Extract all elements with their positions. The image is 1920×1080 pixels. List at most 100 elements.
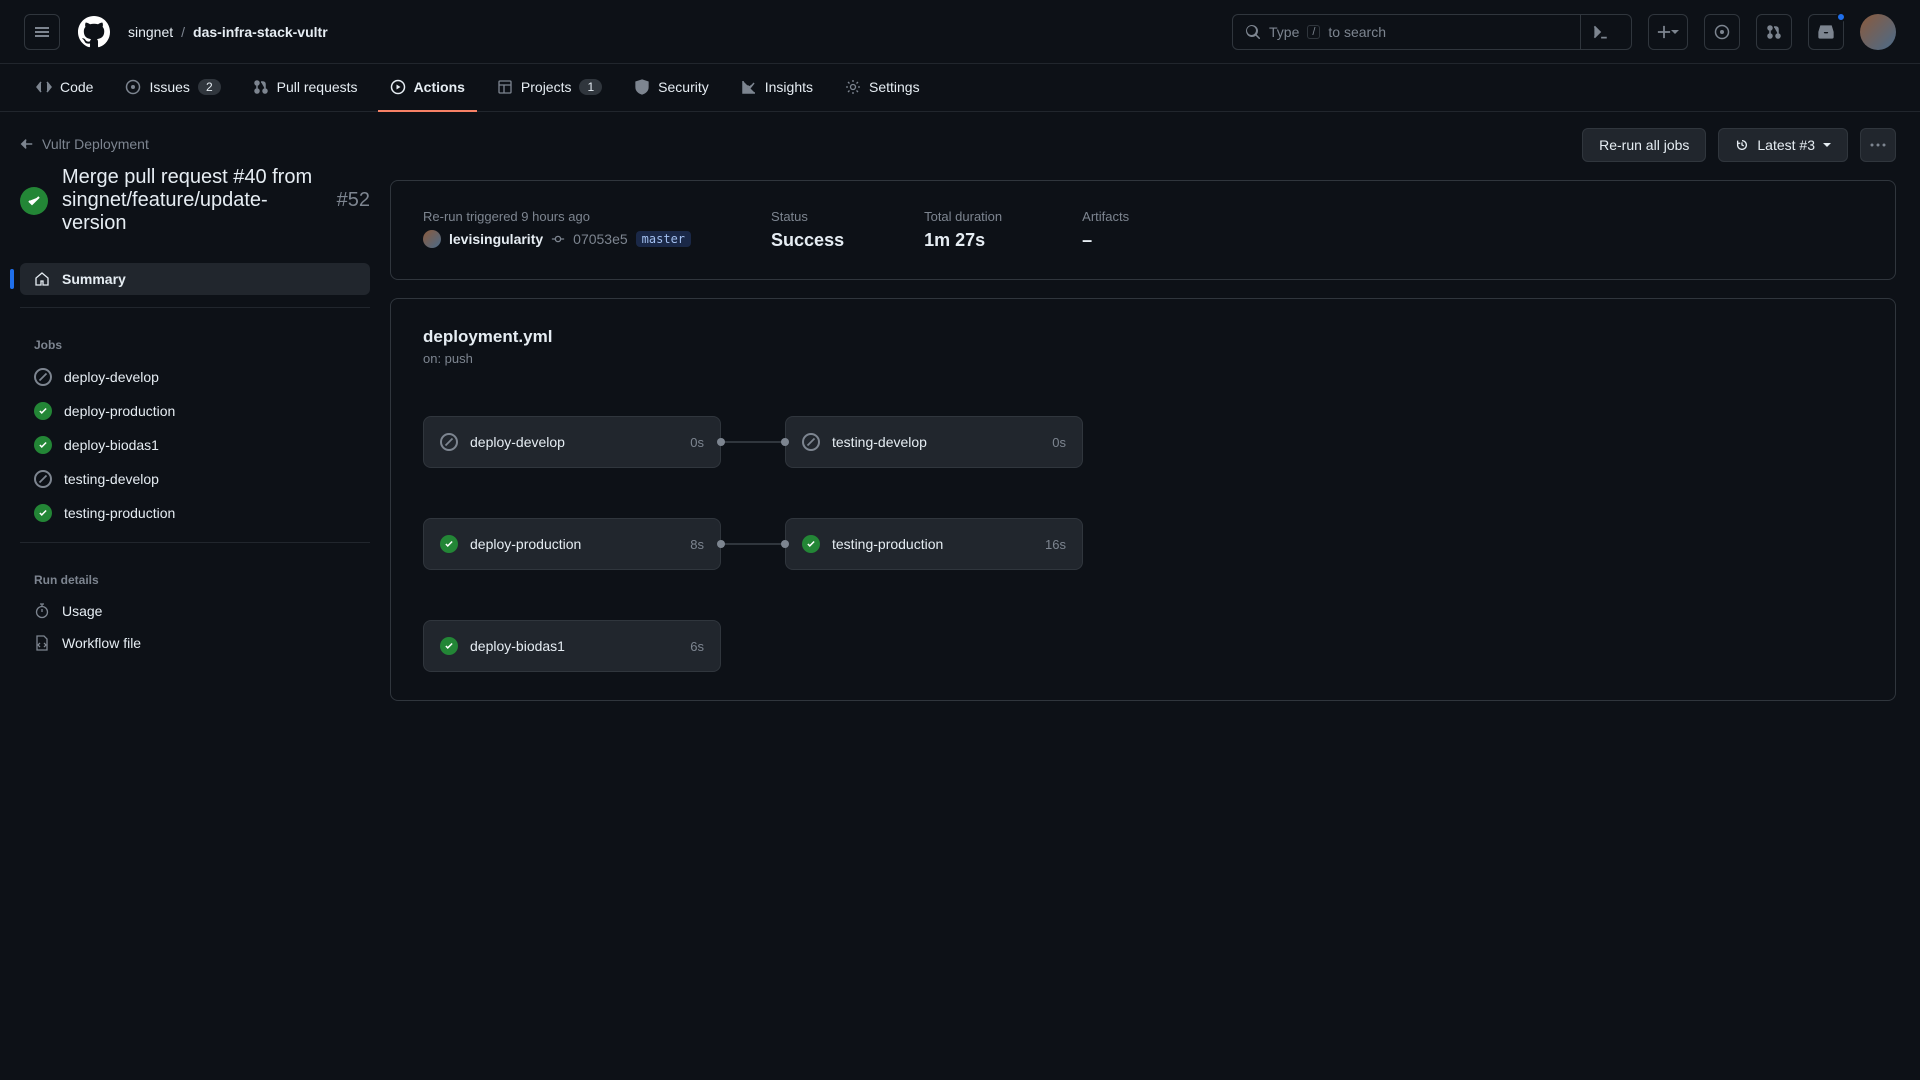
tab-settings-label: Settings <box>869 79 920 95</box>
run-title-text: Merge pull request #40 from singnet/feat… <box>62 166 323 235</box>
back-label: Vultr Deployment <box>42 136 149 152</box>
command-icon <box>1591 23 1609 41</box>
duration-value: 1m 27s <box>924 230 1002 251</box>
search-placeholder-pre: Type <box>1269 24 1299 40</box>
graph-row: deploy-develop0s testing-develop 0s <box>423 416 1863 468</box>
tab-projects-label: Projects <box>521 79 572 95</box>
tab-pulls-label: Pull requests <box>277 79 358 95</box>
job-node-deploy-biodas1[interactable]: deploy-biodas16s <box>423 620 721 672</box>
job-label: deploy-biodas1 <box>64 437 159 453</box>
latest-attempt-button[interactable]: Latest #3 <box>1718 128 1848 162</box>
sidebar-usage[interactable]: Usage <box>20 595 370 627</box>
tab-actions[interactable]: Actions <box>378 64 477 112</box>
caret-down-icon <box>1671 28 1679 36</box>
caret-down-icon <box>1823 141 1831 149</box>
branch-badge[interactable]: master <box>636 231 691 247</box>
run-status-icon <box>20 187 48 215</box>
job-duration: 8s <box>690 537 704 552</box>
tab-insights[interactable]: Insights <box>729 64 825 112</box>
success-icon <box>34 436 52 454</box>
job-node-deploy-develop[interactable]: deploy-develop0s <box>423 416 721 468</box>
home-icon <box>34 271 50 287</box>
success-icon <box>440 637 458 655</box>
arrow-left-icon <box>20 137 34 151</box>
job-node-label: deploy-production <box>470 536 581 552</box>
tab-code-label: Code <box>60 79 93 95</box>
breadcrumb-repo[interactable]: das-infra-stack-vultr <box>193 24 328 40</box>
job-node-testing-develop[interactable]: testing-develop 0s <box>785 416 1083 468</box>
job-duration: 0s <box>1052 435 1066 450</box>
workflow-trigger: on: push <box>423 351 1863 366</box>
sidebar-job-deploy-production[interactable]: deploy-production <box>20 394 370 428</box>
notifications-button[interactable] <box>1808 14 1844 50</box>
run-title: Merge pull request #40 from singnet/feat… <box>62 166 370 235</box>
back-to-workflow[interactable]: Vultr Deployment <box>20 136 370 152</box>
pull-requests-button[interactable] <box>1756 14 1792 50</box>
trigger-label: Re-run triggered 9 hours ago <box>423 209 691 224</box>
file-icon <box>34 635 50 651</box>
search-input[interactable]: Type / to search <box>1232 14 1632 50</box>
nav-menu-button[interactable] <box>24 14 60 50</box>
breadcrumb: singnet / das-infra-stack-vultr <box>128 24 328 40</box>
workflow-graph: deployment.yml on: push deploy-develop0s… <box>390 298 1896 701</box>
tab-code[interactable]: Code <box>24 64 105 112</box>
skipped-icon <box>440 433 458 451</box>
job-node-label: testing-production <box>832 536 943 552</box>
sidebar: Vultr Deployment Merge pull request #40 … <box>0 112 390 1080</box>
tab-issues[interactable]: Issues 2 <box>113 64 232 112</box>
actor-avatar[interactable] <box>423 230 441 248</box>
play-icon <box>390 79 406 95</box>
sidebar-job-deploy-biodas1[interactable]: deploy-biodas1 <box>20 428 370 462</box>
tab-projects[interactable]: Projects 1 <box>485 64 614 112</box>
command-palette-button[interactable] <box>1580 14 1619 50</box>
search-slash-key: / <box>1307 25 1320 39</box>
issues-count-badge: 2 <box>198 79 221 95</box>
graph-row: deploy-production 8s testing-production16s <box>423 518 1863 570</box>
issues-button[interactable] <box>1704 14 1740 50</box>
table-icon <box>497 79 513 95</box>
status-value: Success <box>771 230 844 251</box>
job-node-testing-production[interactable]: testing-production16s <box>785 518 1083 570</box>
sidebar-workflow-file[interactable]: Workflow file <box>20 627 370 659</box>
sidebar-workflow-file-label: Workflow file <box>62 635 141 651</box>
hamburger-icon <box>34 24 50 40</box>
rerun-all-button[interactable]: Re-run all jobs <box>1582 128 1706 162</box>
breadcrumb-org[interactable]: singnet <box>128 24 173 40</box>
breadcrumb-sep: / <box>181 24 185 40</box>
actor-name[interactable]: levisingularity <box>449 231 543 247</box>
pr-icon <box>1766 24 1782 40</box>
commit-sha[interactable]: 07053e5 <box>573 231 628 247</box>
sidebar-summary[interactable]: Summary <box>20 263 370 295</box>
gear-icon <box>845 79 861 95</box>
github-icon <box>78 16 110 48</box>
duration-label: Total duration <box>924 209 1002 224</box>
skipped-icon <box>34 470 52 488</box>
job-label: testing-develop <box>64 471 159 487</box>
issue-icon <box>125 79 141 95</box>
tab-security[interactable]: Security <box>622 64 721 112</box>
job-node-deploy-production[interactable]: deploy-production 8s <box>423 518 721 570</box>
tab-settings[interactable]: Settings <box>833 64 932 112</box>
user-avatar[interactable] <box>1860 14 1896 50</box>
success-icon <box>34 504 52 522</box>
global-header: singnet / das-infra-stack-vultr Type / t… <box>0 0 1920 64</box>
projects-count-badge: 1 <box>579 79 602 95</box>
job-node-label: testing-develop <box>832 434 927 450</box>
graph-row: deploy-biodas16s <box>423 620 1863 672</box>
job-label: deploy-develop <box>64 369 159 385</box>
success-icon <box>802 535 820 553</box>
sidebar-job-testing-production[interactable]: testing-production <box>20 496 370 530</box>
artifacts-value: – <box>1082 230 1129 251</box>
tab-pulls[interactable]: Pull requests <box>241 64 370 112</box>
connector <box>721 543 785 545</box>
more-actions-button[interactable] <box>1860 128 1896 162</box>
code-icon <box>36 79 52 95</box>
sidebar-job-deploy-develop[interactable]: deploy-develop <box>20 360 370 394</box>
github-logo[interactable] <box>76 14 112 50</box>
create-new-button[interactable] <box>1648 14 1688 50</box>
search-placeholder-post: to search <box>1328 24 1386 40</box>
sidebar-job-testing-develop[interactable]: testing-develop <box>20 462 370 496</box>
status-label: Status <box>771 209 844 224</box>
job-duration: 0s <box>690 435 704 450</box>
job-node-label: deploy-biodas1 <box>470 638 565 654</box>
